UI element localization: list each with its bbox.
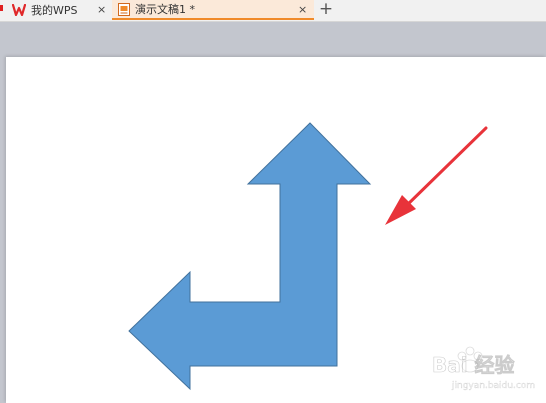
workspace-background: [0, 22, 546, 56]
watermark-url: jingyan.baidu.com: [451, 381, 535, 391]
watermark-text: Bai 经验: [432, 353, 515, 377]
annotation-arrow-icon: [385, 126, 488, 225]
close-icon[interactable]: ×: [298, 3, 307, 17]
plus-icon[interactable]: +: [318, 0, 334, 20]
tab-presentation-1[interactable]: 演示文稿1 * ×: [112, 0, 314, 20]
wps-logo-icon: [12, 4, 26, 16]
tab-presentation-1-label: 演示文稿1 *: [135, 3, 195, 16]
tab-my-wps[interactable]: 我的WPS ×: [0, 0, 112, 20]
tab-my-wps-label: 我的WPS: [31, 4, 78, 17]
close-icon[interactable]: ×: [97, 3, 106, 17]
presentation-doc-icon: [118, 2, 130, 16]
tab-bar: 我的WPS × 演示文稿1 * × +: [0, 0, 546, 22]
baidu-watermark: Bai 经验 jingyan.baidu.com: [432, 346, 535, 391]
bent-up-arrow-shape[interactable]: [128, 122, 372, 391]
